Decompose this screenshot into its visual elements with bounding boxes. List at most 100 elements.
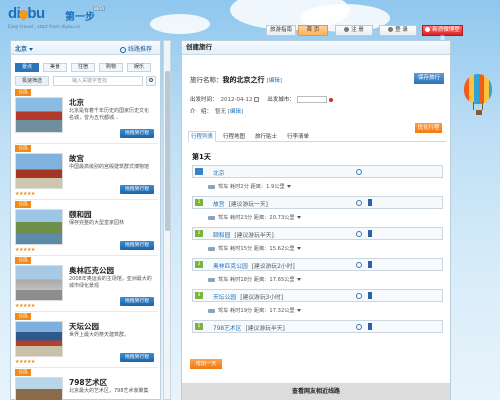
itinerary-stop[interactable]: 5 798艺术区 [建议游玩半天] [192, 320, 443, 333]
tab-hotels[interactable]: 住宿 [71, 63, 95, 72]
quick-filter-button[interactable]: 极速筛选 [15, 76, 49, 86]
nav-weibo-login[interactable]: 新浪微博登录 [422, 25, 463, 42]
scrollbar-thumb[interactable] [165, 71, 170, 231]
nav-home[interactable]: 首 页 [298, 25, 328, 36]
search-nearby-icon[interactable] [356, 200, 362, 206]
stop-name[interactable]: 奥林匹克公园 [建议游玩2小时] [213, 261, 295, 270]
edit-intro-link[interactable]: [编辑] [228, 109, 243, 115]
stop-marker: 1 [195, 199, 203, 206]
tab-travel-tips[interactable]: 旅行贴士 [252, 131, 280, 142]
star-rating: ★★★★★ [15, 247, 35, 253]
itinerary-stop[interactable]: 4 天坛公园 [建议游玩3小时] [192, 289, 443, 302]
lock-icon [388, 27, 394, 32]
drag-to-itinerary-button[interactable]: 拖拽到行程 [120, 241, 154, 250]
itinerary-stop[interactable]: 北京 [192, 165, 443, 178]
stop-name[interactable]: 798艺术区 [建议游玩半天] [213, 323, 285, 332]
nav-login[interactable]: 登 录 [379, 25, 417, 36]
selected-badge: 已选 [15, 369, 31, 376]
itinerary-stop[interactable]: 2 颐和园 [建议游玩半天] [192, 227, 443, 240]
notes-icon[interactable] [368, 323, 372, 330]
search-nearby-icon[interactable] [356, 293, 362, 299]
poi-name[interactable]: 北京 [69, 97, 84, 108]
stop-name[interactable]: 故宫 [建议游玩一天] [213, 199, 268, 208]
transit-info[interactable]: 驾车 耗时23分 距离：20.73公里 [208, 214, 301, 221]
selected-badge: 已选 [15, 145, 31, 152]
transit-info[interactable]: 驾车 耗时18分 距离：17.65公里 [208, 276, 301, 283]
selected-badge: 已选 [15, 313, 31, 320]
search-nearby-icon[interactable] [356, 169, 362, 175]
drag-to-itinerary-button[interactable]: 拖拽到行程 [120, 297, 154, 306]
car-icon [208, 184, 215, 189]
tab-itinerary-map[interactable]: 行程地图 [220, 131, 248, 142]
poi-thumbnail[interactable] [15, 97, 63, 133]
search-input[interactable]: 输入关键字查找 [53, 76, 143, 86]
edit-trip-name-link[interactable]: [编辑] [267, 78, 282, 84]
itinerary-stop[interactable]: 1 故宫 [建议游玩一天] [192, 196, 443, 209]
poi-thumbnail[interactable] [15, 209, 63, 245]
drag-to-itinerary-button[interactable]: 拖拽到行程 [120, 185, 154, 194]
similar-routes-link[interactable]: 查看网友相近线路 [182, 383, 450, 400]
header: di bu 第一步 BETA Easy travel , start from d… [0, 0, 500, 42]
logo-text: di bu [8, 5, 45, 22]
search-icon [149, 78, 153, 82]
itinerary-stop[interactable]: 3 奥林匹克公园 [建议游玩2小时] [192, 258, 443, 271]
logo-tagline: Easy travel , start from diybu.cn [8, 25, 81, 30]
stop-name[interactable]: 北京 [213, 168, 225, 177]
search-nearby-icon[interactable] [356, 262, 362, 268]
city-selector[interactable]: 北京 [15, 44, 34, 53]
search-button[interactable] [146, 76, 156, 86]
poi-thumbnail[interactable] [15, 153, 63, 189]
poi-thumbnail[interactable] [15, 321, 63, 357]
chevron-down-icon [296, 278, 301, 281]
stop-name[interactable]: 颐和园 [建议游玩半天] [213, 230, 274, 239]
tab-packing-list[interactable]: 行李清单 [284, 131, 312, 142]
from-city-label: 出发城市： [267, 97, 295, 103]
drag-to-itinerary-button[interactable]: 拖拽到行程 [120, 353, 154, 362]
tab-food[interactable]: 美食 [43, 63, 67, 72]
poi-thumbnail[interactable] [15, 265, 63, 301]
stop-name[interactable]: 天坛公园 [建议游玩3小时] [213, 292, 283, 301]
transit-info[interactable]: 驾车 耗时15分 距离：15.62公里 [208, 245, 301, 252]
poi-name[interactable]: 颐和园 [69, 209, 92, 220]
stop-marker: 2 [195, 230, 203, 237]
add-day-button[interactable]: 增加一天 [190, 359, 222, 369]
poi-name[interactable]: 奥林匹克公园 [69, 265, 114, 276]
notes-icon[interactable] [368, 199, 372, 206]
tab-shopping[interactable]: 购物 [99, 63, 123, 72]
poi-thumbnail[interactable] [15, 377, 63, 400]
notes-icon[interactable] [368, 292, 372, 299]
notes-icon[interactable] [368, 261, 372, 268]
hot-air-balloon-illustration [464, 74, 494, 118]
save-trip-button[interactable]: 保存旅行 [414, 73, 444, 84]
search-nearby-icon[interactable] [356, 324, 362, 330]
list-item: 已选 798艺术区 北京最大的艺术区，798艺术家聚集 [15, 369, 158, 400]
logo-chinese: 第一步 [65, 12, 95, 23]
search-nearby-icon[interactable] [356, 231, 362, 237]
from-city-input[interactable] [296, 96, 327, 103]
list-item: 已选 北京 北京是有着千年历史的国家历史文化名城，曾为五代都城... 拖拽到行程 [15, 89, 158, 144]
nav-register[interactable]: 注 册 [335, 25, 373, 36]
chevron-down-icon [296, 309, 301, 312]
tab-itinerary-list[interactable]: 行程列表 [188, 131, 216, 142]
tab-entertainment[interactable]: 娱乐 [127, 63, 151, 72]
user-icon [344, 27, 350, 32]
poi-name[interactable]: 天坛公园 [69, 321, 99, 332]
nav-travel-guide[interactable]: 旅游指南 [266, 25, 296, 36]
calendar-icon[interactable] [254, 97, 260, 102]
panel-title: 创建旅行 [182, 41, 450, 55]
poi-name[interactable]: 故宫 [69, 153, 84, 164]
transit-info[interactable]: 驾车 耗时19分 距离：17.32公里 [208, 307, 301, 314]
sidebar-scrollbar[interactable] [163, 40, 171, 400]
location-pin-icon[interactable] [328, 97, 333, 102]
poi-name[interactable]: 798艺术区 [69, 377, 107, 388]
poi-description: 北京是有着千年历史的国家历史文化名城，曾为五代都城... [69, 108, 150, 121]
list-item: 已选 ★★★★★ 天坛公园 世界上最大的祭天建筑群。 拖拽到行程 [15, 313, 158, 368]
depart-time-value[interactable]: 2012-04-12 [221, 97, 253, 103]
tab-sights[interactable]: 景点 [15, 63, 39, 72]
transit-info[interactable]: 驾车 耗时2分 距离：1.9公里 [208, 183, 291, 190]
notes-icon[interactable] [368, 230, 372, 237]
recommended-routes-link[interactable]: 线路推荐 [119, 44, 152, 53]
chevron-down-icon [296, 216, 301, 219]
drag-to-itinerary-button[interactable]: 拖拽到行程 [120, 129, 154, 138]
logo[interactable]: di bu 第一步 BETA Easy travel , start from d… [8, 5, 108, 33]
